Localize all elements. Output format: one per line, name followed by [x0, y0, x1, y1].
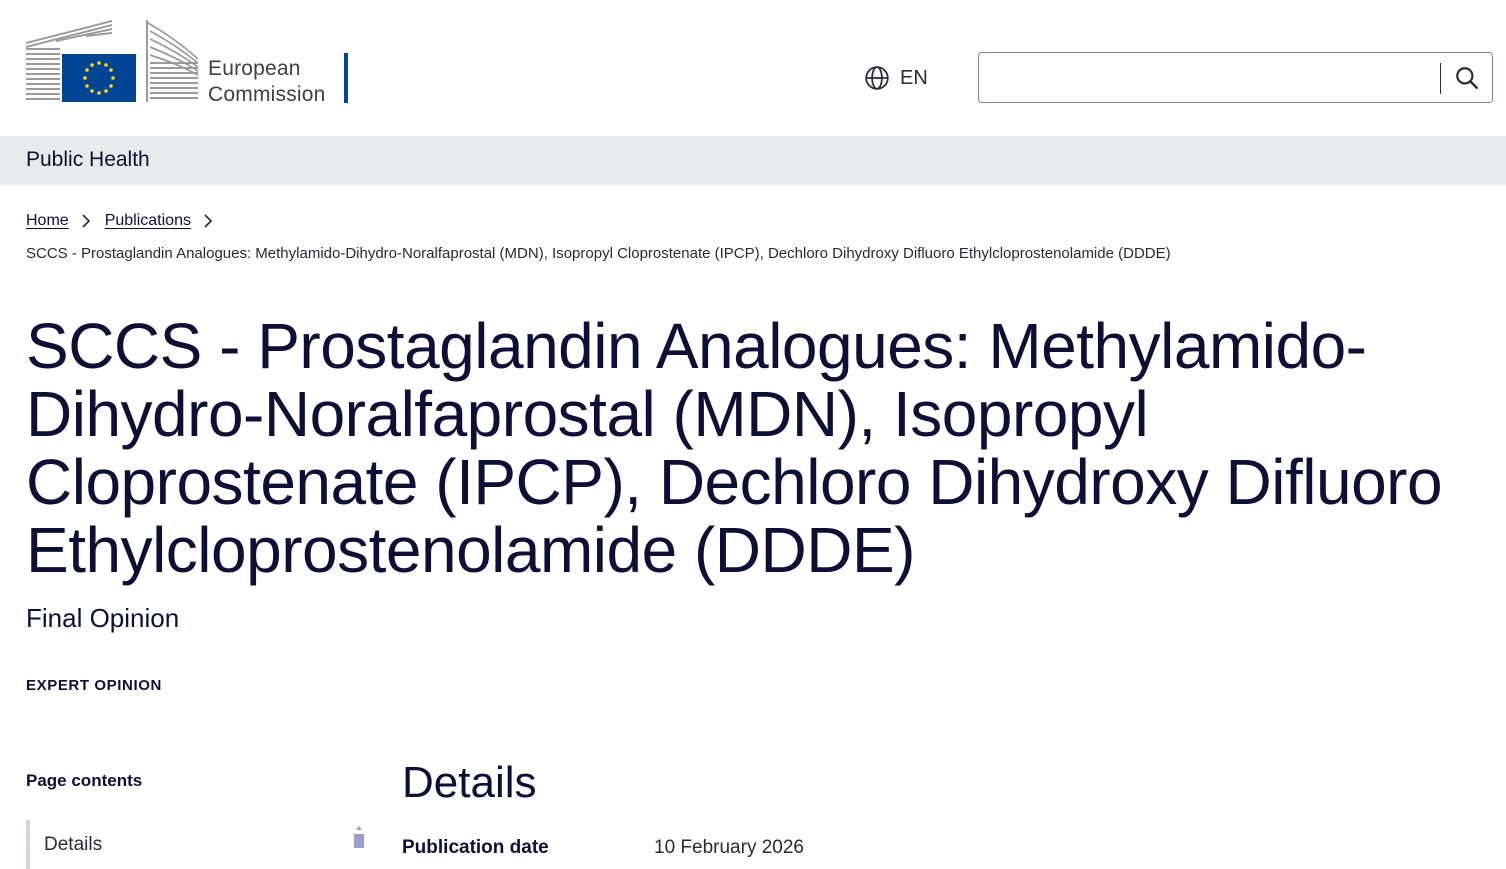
search-divider — [1440, 63, 1441, 94]
site-header: European Commission EN — [0, 0, 1506, 136]
site-name-bar: Public Health — [0, 136, 1506, 185]
site-name[interactable]: Public Health — [26, 148, 150, 172]
language-selector[interactable]: EN — [864, 62, 928, 94]
content-type-label: EXPERT OPINION — [26, 677, 162, 694]
chevron-right-icon — [81, 213, 93, 229]
breadcrumb-publications[interactable]: Publications — [105, 212, 191, 230]
breadcrumb-current: SCCS - Prostaglandin Analogues: Methylam… — [26, 245, 1171, 262]
chevron-right-icon — [203, 213, 215, 229]
globe-icon — [865, 66, 889, 90]
scroll-up-icon[interactable] — [353, 826, 365, 848]
breadcrumb-home[interactable]: Home — [26, 212, 69, 230]
logo-line-2: Commission — [208, 83, 326, 106]
logo-line-1: European — [208, 57, 301, 80]
logo-text: European Commission — [208, 56, 326, 108]
search-icon — [1456, 67, 1478, 89]
breadcrumb: Home Publications — [26, 212, 227, 230]
logo-accent-bar — [344, 53, 348, 103]
language-code: EN — [900, 66, 928, 89]
page-subtitle: Final Opinion — [26, 603, 180, 633]
search-input[interactable] — [989, 61, 1429, 94]
search-box — [978, 52, 1493, 103]
toc-item-details[interactable]: Details — [26, 820, 366, 869]
publication-date-label: Publication date — [402, 837, 549, 858]
search-button[interactable] — [1451, 62, 1483, 94]
page-title: SCCS - Prostaglandin Analogues: Methylam… — [26, 310, 1443, 586]
details-heading: Details — [402, 758, 537, 807]
page-contents-title: Page contents — [26, 771, 143, 790]
publication-date-value: 10 February 2026 — [654, 837, 804, 858]
